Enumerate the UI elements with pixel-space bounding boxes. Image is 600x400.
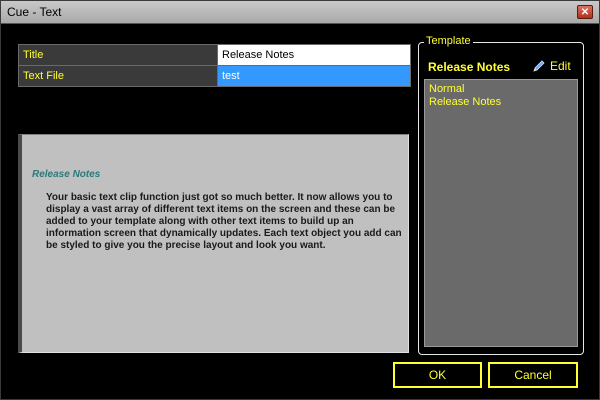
close-icon: ✕ xyxy=(580,7,590,18)
pencil-icon xyxy=(533,60,545,72)
property-row-text-file[interactable]: Text File test xyxy=(19,65,410,86)
edit-label: Edit xyxy=(550,59,571,73)
property-name: Text File xyxy=(19,66,218,86)
ok-button[interactable]: OK xyxy=(393,362,482,388)
window-title: Cue - Text xyxy=(7,5,62,19)
template-list-item[interactable]: Release Notes xyxy=(425,96,577,109)
cancel-button[interactable]: Cancel xyxy=(488,362,578,388)
property-row-title[interactable]: Title Release Notes xyxy=(19,45,410,65)
title-bar[interactable]: Cue - Text ✕ xyxy=(1,1,599,24)
properties-grid: Title Release Notes Text File test xyxy=(18,44,411,87)
preview-heading: Release Notes xyxy=(32,169,101,180)
title-value-field[interactable]: Release Notes xyxy=(218,45,410,65)
edit-template-button[interactable]: Edit xyxy=(532,59,571,73)
selected-template-name: Release Notes xyxy=(428,60,511,74)
cue-text-dialog: Cue - Text ✕ Title Release Notes Text Fi… xyxy=(0,0,600,400)
template-list-item[interactable]: Normal xyxy=(425,83,577,96)
template-list[interactable]: Normal Release Notes xyxy=(424,79,578,347)
preview-body-text: Your basic text clip function just got s… xyxy=(46,192,402,251)
property-name: Title xyxy=(19,45,218,65)
text-file-value-field[interactable]: test xyxy=(218,66,410,86)
template-group-label: Template xyxy=(424,35,473,47)
text-preview-panel: Release Notes Your basic text clip funct… xyxy=(18,134,409,353)
close-button[interactable]: ✕ xyxy=(577,5,593,19)
